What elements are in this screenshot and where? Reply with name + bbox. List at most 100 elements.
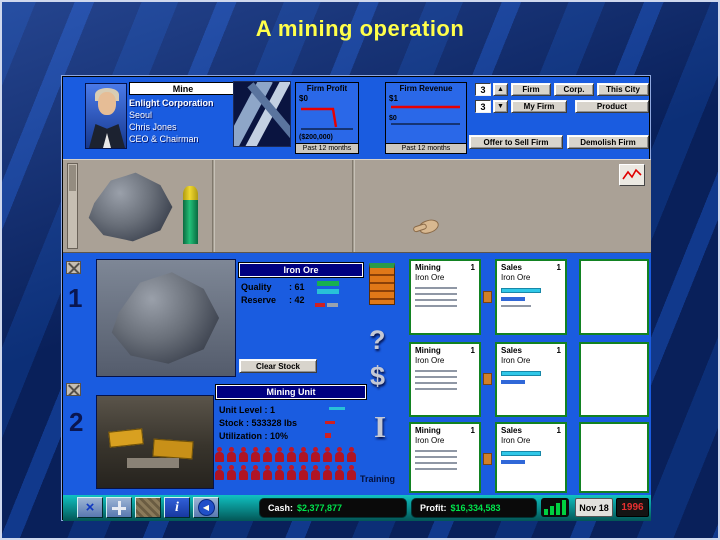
unit-mini-square-red <box>325 433 331 438</box>
product-image <box>96 259 236 377</box>
ore-deposit-image[interactable] <box>85 168 177 246</box>
floor-down-button[interactable]: ▼ <box>493 100 508 113</box>
mining-unit-slot[interactable]: Mining 1 Iron Ore <box>409 259 481 335</box>
quarry-ledge-shape <box>127 458 179 468</box>
floor-up-button[interactable]: ▲ <box>493 83 508 96</box>
stockpile-icon[interactable] <box>369 263 395 305</box>
year-display: 1996 <box>616 498 649 517</box>
mining-unit-slot[interactable]: Mining 1 Iron Ore <box>409 422 481 493</box>
unit-level: 1 <box>470 346 475 355</box>
firm-button[interactable]: Firm <box>511 83 551 96</box>
firm-revenue-panel[interactable]: Firm Revenue $1 $0 Past 12 months <box>385 82 467 154</box>
ceo-role: CEO & Chairman <box>129 134 199 144</box>
date-display: Nov 18 <box>575 498 613 517</box>
tools-icon[interactable] <box>66 261 81 274</box>
mining-unit-image <box>96 395 214 489</box>
lot-divider <box>212 160 215 252</box>
mining-unit-title-bar: Mining Unit <box>216 385 366 399</box>
clear-stock-button[interactable]: Clear Stock <box>239 359 317 373</box>
unit-type: Sales <box>501 426 522 435</box>
arrow-down-icon: ▼ <box>497 103 504 110</box>
stock-bar-red <box>315 303 325 307</box>
help-icon[interactable]: ? <box>369 327 386 354</box>
sales-bar <box>501 288 541 293</box>
sales-unit-slot[interactable]: Sales 1 Iron Ore <box>495 422 567 493</box>
ceo-portrait[interactable] <box>85 83 127 149</box>
move-view-button[interactable] <box>106 497 132 518</box>
training-label[interactable]: Training <box>360 474 395 484</box>
unit-level: 1 <box>470 426 475 435</box>
corporation-name: Enlight Corporation <box>129 98 214 108</box>
mining-unit-slot[interactable]: Mining 1 Iron Ore <box>409 342 481 417</box>
offer-to-sell-firm-button[interactable]: Offer to Sell Firm <box>469 135 563 149</box>
profit-value: $16,334,583 <box>450 503 501 513</box>
unit-product: Iron Ore <box>501 273 531 282</box>
sales-bar <box>501 460 525 464</box>
floors-down-value: 3 <box>475 100 491 113</box>
floors-up-value: 3 <box>475 83 491 96</box>
hand-cursor-icon <box>417 217 441 236</box>
my-firm-button[interactable]: My Firm <box>511 100 567 113</box>
info-button[interactable]: i <box>164 497 190 518</box>
cash-display: Cash: $2,377,877 <box>259 498 407 518</box>
firm-profit-min: ($200,000) <box>299 134 333 141</box>
this-city-button[interactable]: This City <box>597 83 649 96</box>
sales-bar <box>501 371 541 376</box>
floor-1-label[interactable]: 1 <box>68 285 82 311</box>
slide-background: A mining operation Mine Enlight Corporat… <box>0 0 720 540</box>
product-button[interactable]: Product <box>575 100 649 113</box>
empty-unit-slot[interactable] <box>579 422 649 493</box>
unit-output-lines <box>415 287 457 311</box>
unit-level: 1 <box>556 263 561 272</box>
floor-2-label[interactable]: 2 <box>69 409 83 435</box>
deposit-gauge <box>183 186 198 244</box>
unit-product: Iron Ore <box>415 436 445 445</box>
empty-unit-slot[interactable] <box>579 259 649 335</box>
workers-row <box>215 465 359 485</box>
firm-profit-sparkline <box>301 107 353 130</box>
corp-button[interactable]: Corp. <box>554 83 594 96</box>
firm-revenue-title: Firm Revenue <box>399 84 453 93</box>
sales-unit-slot[interactable]: Sales 1 Iron Ore <box>495 342 567 417</box>
pillar-icon[interactable]: I <box>374 411 386 442</box>
stock-text: Stock : 533328 lbs <box>219 418 298 428</box>
empty-unit-slot[interactable] <box>579 342 649 417</box>
unit-level-text: Unit Level : 1 <box>219 405 276 415</box>
quality-value: : 61 <box>289 282 305 292</box>
close-button[interactable]: × <box>77 497 103 518</box>
reserve-bar <box>317 289 339 294</box>
quality-label: Quality <box>241 282 272 292</box>
product-title-bar: Iron Ore <box>239 263 363 277</box>
workers-row <box>215 447 359 467</box>
tools-icon[interactable] <box>66 383 81 396</box>
unit-link-icon <box>483 373 492 385</box>
unit-product: Iron Ore <box>501 436 531 445</box>
unit-type: Mining <box>415 346 441 355</box>
unit-level: 1 <box>470 263 475 272</box>
finance-icon[interactable]: $ <box>370 363 385 390</box>
chart-corner-button[interactable] <box>619 164 645 186</box>
back-arrow-icon: ◀ <box>197 499 215 516</box>
line-chart-icon <box>622 168 642 180</box>
sales-bar <box>501 305 531 307</box>
info-icon: i <box>175 499 179 515</box>
finance-chart-button[interactable] <box>541 498 569 517</box>
firm-profit-panel[interactable]: Firm Profit $0 ($200,000) Past 12 months <box>295 82 359 154</box>
terrain-map-button[interactable] <box>135 497 161 518</box>
unit-level: 1 <box>556 426 561 435</box>
terrain-scrollbar[interactable] <box>67 163 78 249</box>
sales-bar <box>501 297 525 301</box>
back-button[interactable]: ◀ <box>193 497 219 518</box>
arrow-up-icon: ▲ <box>497 86 504 93</box>
status-bar: × i ◀ Cash: $2,377,877 Profit: $16,334,5… <box>63 495 651 521</box>
demolish-firm-button[interactable]: Demolish Firm <box>567 135 649 149</box>
slide-title: A mining operation <box>255 16 465 41</box>
compass-icon <box>112 500 126 515</box>
gauge-green-segment <box>183 200 198 244</box>
sales-unit-slot[interactable]: Sales 1 Iron Ore <box>495 259 567 335</box>
firm-profit-title: Firm Profit <box>306 84 348 93</box>
firm-profit-caption: Past 12 months <box>296 143 358 153</box>
sales-bar <box>501 380 525 384</box>
close-icon: × <box>85 499 95 516</box>
truck-shape <box>152 438 194 460</box>
